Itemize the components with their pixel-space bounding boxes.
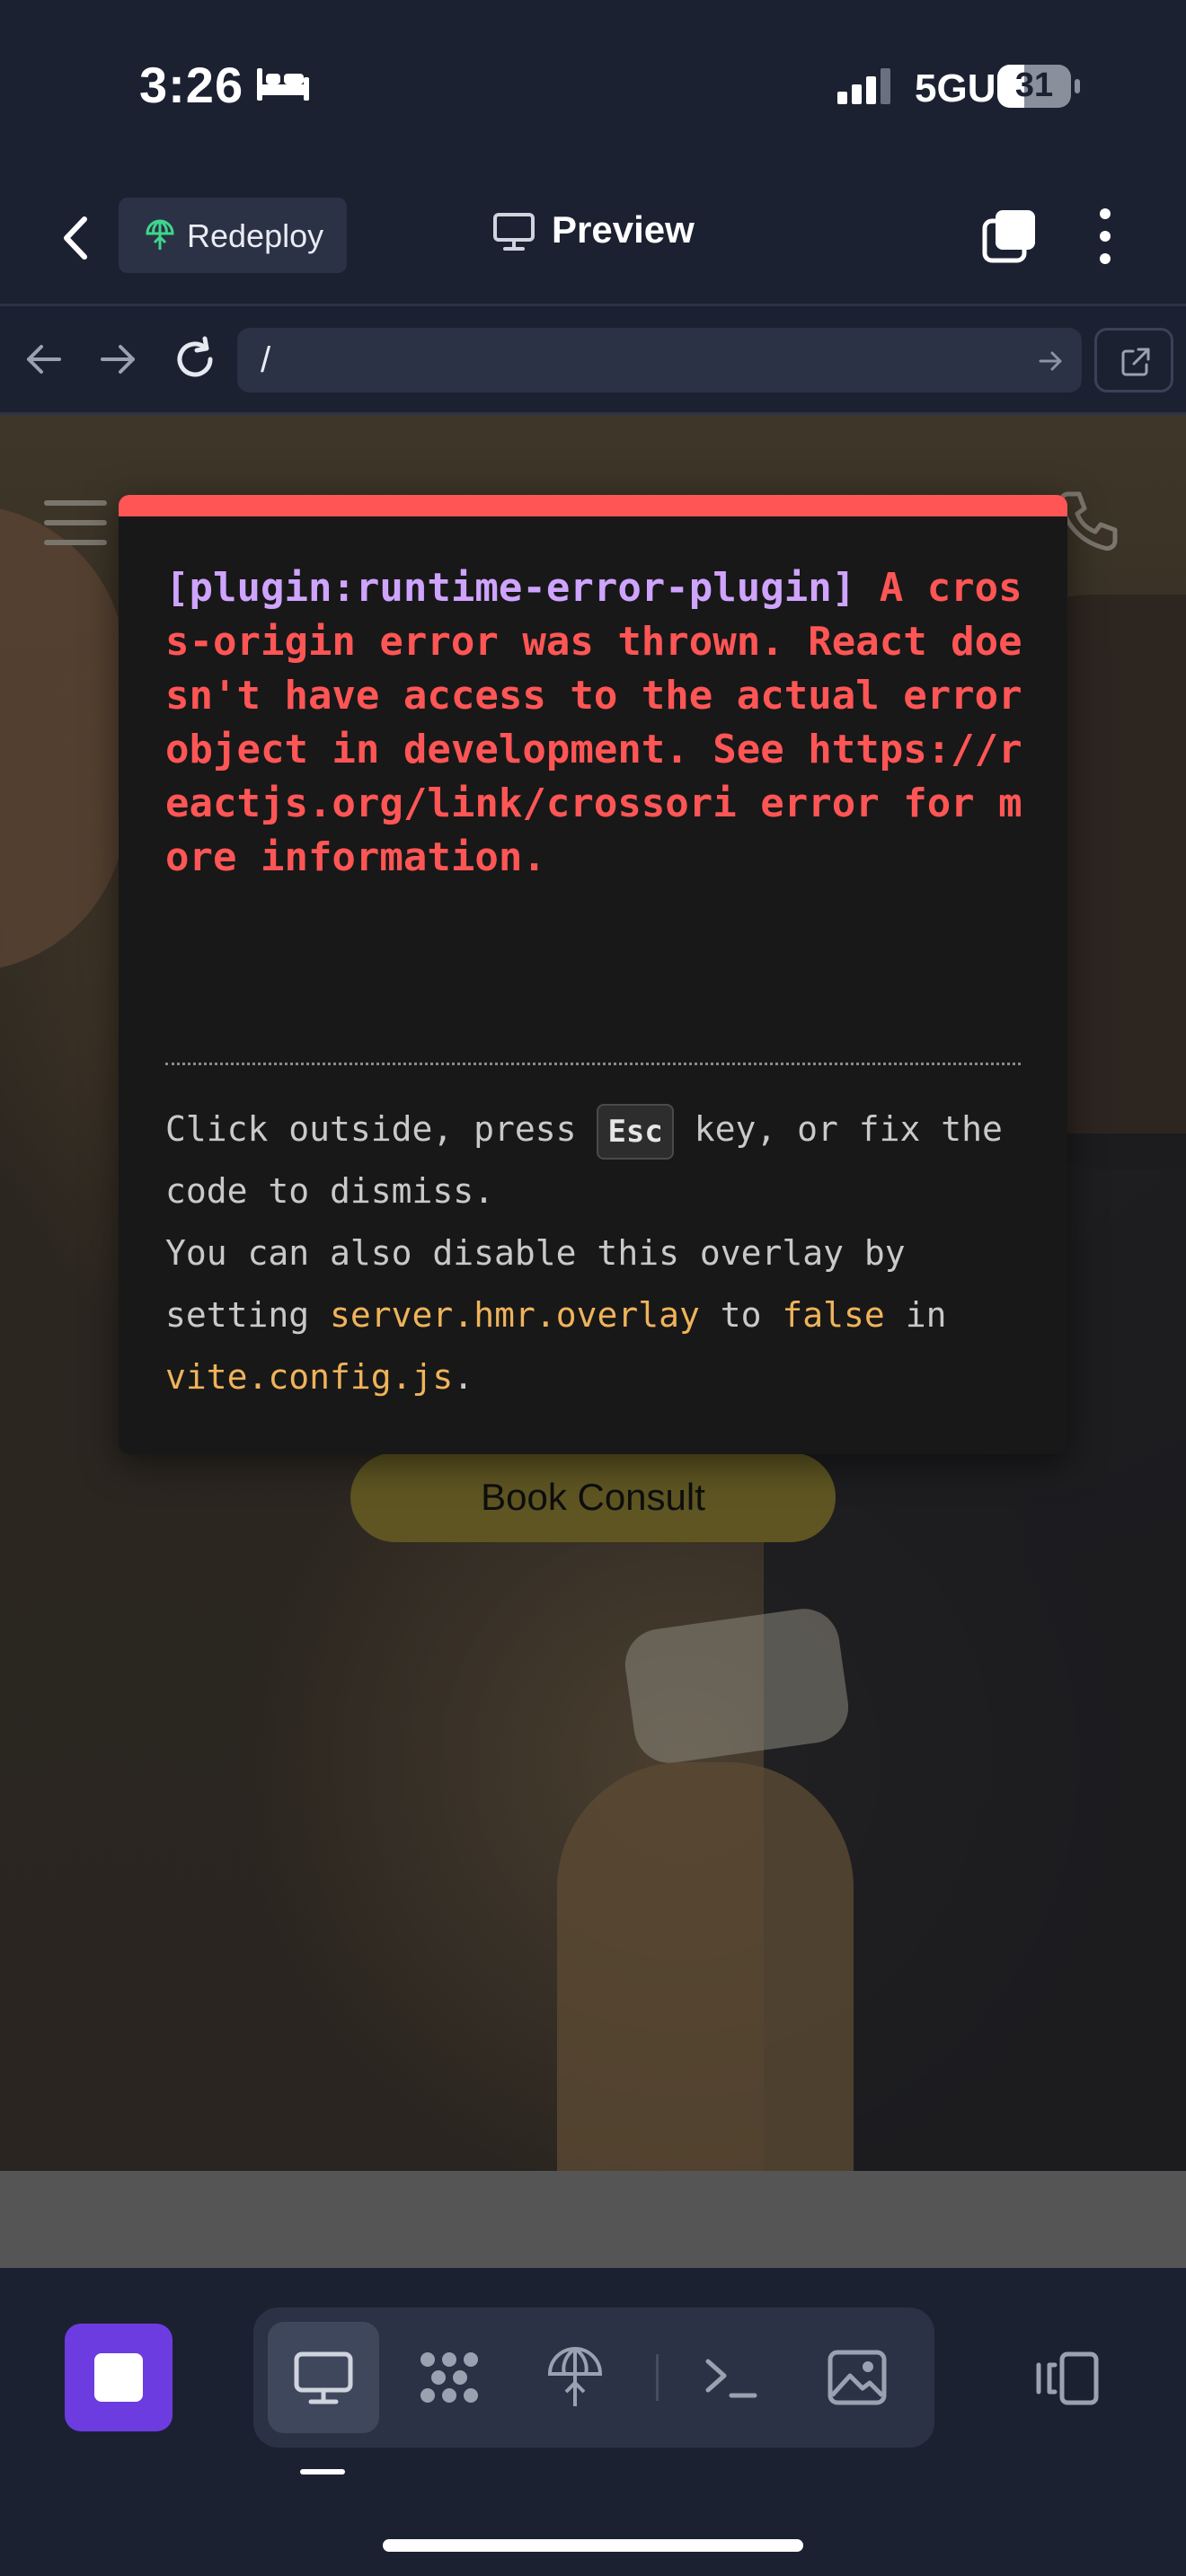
tool-deploy[interactable] <box>519 2322 631 2433</box>
error-overlay[interactable]: [plugin:runtime-error-plugin] A cross-or… <box>119 495 1067 1454</box>
tool-preview[interactable] <box>268 2322 379 2433</box>
redeploy-label: Redeploy <box>187 217 324 254</box>
preview-label: Preview <box>552 208 695 251</box>
active-tab-indicator <box>300 2469 345 2475</box>
external-link-icon <box>1121 348 1150 376</box>
app-header: Redeploy Preview <box>0 171 1186 306</box>
tool-apps[interactable] <box>394 2322 505 2433</box>
overlay-tip: Click outside, press Esc key, or fix the… <box>165 1098 1028 1408</box>
status-time: 3:26 <box>139 57 244 113</box>
error-text: A cross-origin error was thrown. React d… <box>165 565 1047 880</box>
home-indicator <box>383 2539 803 2552</box>
tool-image[interactable] <box>801 2322 913 2433</box>
back-arrow-icon[interactable] <box>20 335 68 384</box>
image-icon <box>828 2350 887 2405</box>
hamburger-menu-icon[interactable] <box>43 498 108 548</box>
tabs-icon[interactable] <box>981 208 1037 264</box>
back-chevron-icon[interactable] <box>54 214 99 262</box>
overlay-accent-bar <box>119 495 1067 516</box>
plugin-tag: [plugin:runtime-error-plugin] <box>165 565 856 611</box>
redeploy-button[interactable]: Redeploy <box>119 198 347 273</box>
bed-icon <box>257 68 309 101</box>
background-photo <box>0 505 126 972</box>
config-key: server.hmr.overlay <box>330 1295 700 1335</box>
url-input[interactable]: / <box>237 328 1082 393</box>
forward-arrow-icon[interactable] <box>93 335 142 384</box>
open-external-button[interactable] <box>1094 328 1173 393</box>
url-text: / <box>261 340 271 380</box>
apps-icon <box>420 2352 478 2403</box>
preview-footer <box>0 2171 1186 2268</box>
url-bar: / <box>0 306 1186 415</box>
error-message[interactable]: [plugin:runtime-error-plugin] A cross-or… <box>165 561 1028 885</box>
redeploy-icon <box>146 219 174 250</box>
overlay-divider <box>165 1063 1021 1065</box>
esc-key: Esc <box>597 1103 674 1160</box>
monitor-icon <box>493 213 535 251</box>
stop-button[interactable] <box>65 2324 173 2431</box>
config-value: false <box>782 1295 885 1335</box>
book-consult-button[interactable]: Book Consult <box>350 1452 836 1542</box>
tool-group <box>253 2307 934 2448</box>
battery-level: 31 <box>1014 66 1054 104</box>
terminal-icon <box>705 2359 757 2398</box>
go-arrow-icon[interactable] <box>1037 348 1064 375</box>
bottom-toolbar <box>0 2268 1186 2576</box>
reload-icon[interactable] <box>171 335 219 384</box>
book-consult-label: Book Consult <box>481 1476 705 1518</box>
signal-icon <box>837 68 890 104</box>
preview-icon <box>294 2351 353 2404</box>
tool-terminal[interactable] <box>676 2322 787 2433</box>
deploy-icon <box>547 2347 603 2406</box>
battery-icon: 31 <box>997 65 1080 108</box>
panel-toggle-icon[interactable] <box>1033 2345 1100 2412</box>
status-bar: 3:26 5GUC 31 <box>0 0 1186 171</box>
config-file: vite.config.js <box>165 1357 454 1397</box>
more-vertical-icon[interactable] <box>1087 207 1123 266</box>
tool-separator <box>656 2354 659 2401</box>
